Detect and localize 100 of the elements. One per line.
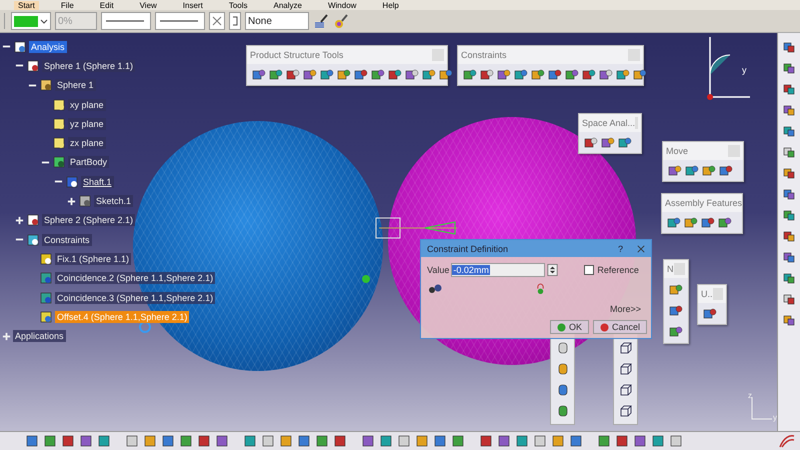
tool-icon[interactable] xyxy=(242,434,257,448)
tree-item[interactable]: xy plane xyxy=(68,98,106,111)
tool-icon[interactable] xyxy=(650,434,665,448)
tool-icon[interactable] xyxy=(438,67,453,82)
tool-icon[interactable] xyxy=(617,135,632,150)
tool-icon[interactable] xyxy=(683,215,698,230)
expand-toggle[interactable] xyxy=(15,216,24,225)
spinner-icon[interactable] xyxy=(547,264,558,276)
tool-icon[interactable] xyxy=(684,163,699,178)
tool-icon[interactable] xyxy=(614,434,629,448)
tree-item[interactable]: Analysis xyxy=(29,40,67,53)
tree-item[interactable]: PartBody xyxy=(68,156,110,168)
tool-icon[interactable] xyxy=(600,135,615,150)
tool-icon[interactable] xyxy=(717,215,732,230)
tool-icon[interactable] xyxy=(268,67,283,82)
tool-icon[interactable] xyxy=(78,434,93,448)
tool-icon[interactable] xyxy=(632,67,647,82)
tool-icon[interactable] xyxy=(296,434,311,448)
tool-icon[interactable] xyxy=(285,67,300,82)
tool-icon[interactable] xyxy=(332,434,347,448)
cube-icon[interactable] xyxy=(618,340,633,355)
tool-icon[interactable] xyxy=(421,67,436,82)
tool-icon[interactable] xyxy=(302,67,317,82)
cube-icon[interactable] xyxy=(618,361,633,376)
tool-icon[interactable] xyxy=(450,434,465,448)
tool-icon[interactable] xyxy=(514,434,529,448)
tool-icon[interactable] xyxy=(632,434,647,448)
tool-icon[interactable] xyxy=(336,67,351,82)
tree-item[interactable]: Coincidence.3 (Sphere 1.1,Sphere 2.1) xyxy=(55,292,216,304)
tool-icon[interactable] xyxy=(530,67,545,82)
tool-icon[interactable] xyxy=(581,67,596,82)
layer-dropdown[interactable]: None xyxy=(245,12,309,30)
tool-icon[interactable] xyxy=(314,434,329,448)
tree-item[interactable]: Constraints xyxy=(42,234,92,246)
tool-icon[interactable] xyxy=(701,163,716,178)
brush-icon[interactable] xyxy=(313,13,329,29)
tool-icon[interactable] xyxy=(214,434,229,448)
tool-icon[interactable] xyxy=(598,67,613,82)
tool-icon[interactable] xyxy=(24,434,39,448)
tool-icon[interactable] xyxy=(668,282,684,297)
expand-toggle[interactable] xyxy=(67,196,76,206)
menu-item[interactable]: Edit xyxy=(96,0,118,10)
tool-icon[interactable] xyxy=(96,434,111,448)
help-button[interactable]: ? xyxy=(618,244,623,254)
tool-icon[interactable] xyxy=(432,434,447,448)
fill-color-dropdown[interactable] xyxy=(11,12,51,30)
value-field[interactable]: -0.02mm xyxy=(451,263,546,277)
menu-item[interactable]: Tools xyxy=(224,0,252,10)
tool-icon[interactable] xyxy=(353,67,368,82)
lock-icon[interactable] xyxy=(536,283,545,296)
tool-icon[interactable] xyxy=(60,434,75,448)
menu-item[interactable]: Insert xyxy=(178,0,207,10)
tool-icon[interactable] xyxy=(496,67,511,82)
tree-item[interactable]: Sphere 2 (Sphere 2.1) xyxy=(42,214,136,226)
tool-icon[interactable] xyxy=(478,434,493,448)
tool-icon[interactable] xyxy=(564,67,579,82)
tool-icon[interactable] xyxy=(702,306,717,321)
line-type-dropdown[interactable] xyxy=(155,12,205,30)
tool-icon[interactable] xyxy=(196,434,211,448)
linetype-dropdown[interactable] xyxy=(229,12,241,30)
dialog-button[interactable]: OK xyxy=(550,320,589,334)
tree-item[interactable]: yz plane xyxy=(68,118,106,130)
menu-item[interactable]: Help xyxy=(378,0,403,10)
tool-icon[interactable] xyxy=(160,434,175,448)
line-thickness-dropdown[interactable] xyxy=(101,12,151,30)
tree-item[interactable]: Sphere 1 xyxy=(55,79,96,92)
tool-icon[interactable] xyxy=(667,163,682,178)
reference-checkbox[interactable]: Reference xyxy=(584,265,639,275)
tool-icon[interactable] xyxy=(596,434,611,448)
tool-icon[interactable] xyxy=(513,67,528,82)
tool-icon[interactable] xyxy=(547,67,562,82)
tree-item[interactable]: Applications xyxy=(13,330,66,342)
tool-icon[interactable] xyxy=(700,215,715,230)
tool-icon[interactable] xyxy=(387,67,402,82)
tool-icon[interactable] xyxy=(370,67,385,82)
paint-icon[interactable] xyxy=(333,13,349,29)
point-symbol-dropdown[interactable] xyxy=(209,12,225,30)
close-icon[interactable] xyxy=(637,244,645,252)
tree-item[interactable]: Sphere 1 (Sphere 1.1) xyxy=(42,60,136,72)
tool-icon[interactable] xyxy=(178,434,193,448)
tool-icon[interactable] xyxy=(378,434,393,448)
dialog-button[interactable]: More>> xyxy=(427,302,647,316)
tree-item[interactable]: Sketch.1 xyxy=(94,195,134,208)
tool-icon[interactable] xyxy=(496,434,511,448)
tree-item[interactable]: Shaft.1 xyxy=(81,176,114,188)
tool-icon[interactable] xyxy=(568,434,583,448)
menu-item[interactable]: Window xyxy=(324,0,360,10)
expand-toggle[interactable] xyxy=(2,332,11,341)
tool-icon[interactable] xyxy=(615,67,630,82)
menu-item[interactable]: File xyxy=(56,0,78,10)
tool-icon[interactable] xyxy=(42,434,57,448)
tool-icon[interactable] xyxy=(666,215,681,230)
tool-icon[interactable] xyxy=(404,67,419,82)
menu-item[interactable]: Analyze xyxy=(270,0,306,10)
tool-icon[interactable] xyxy=(479,67,494,82)
tool-icon[interactable] xyxy=(718,163,733,178)
menu-item[interactable]: View xyxy=(136,0,161,10)
tool-icon[interactable] xyxy=(668,324,684,339)
tree-item[interactable]: Fix.1 (Sphere 1.1) xyxy=(55,252,132,265)
dialog-button[interactable]: Cancel xyxy=(592,320,647,334)
